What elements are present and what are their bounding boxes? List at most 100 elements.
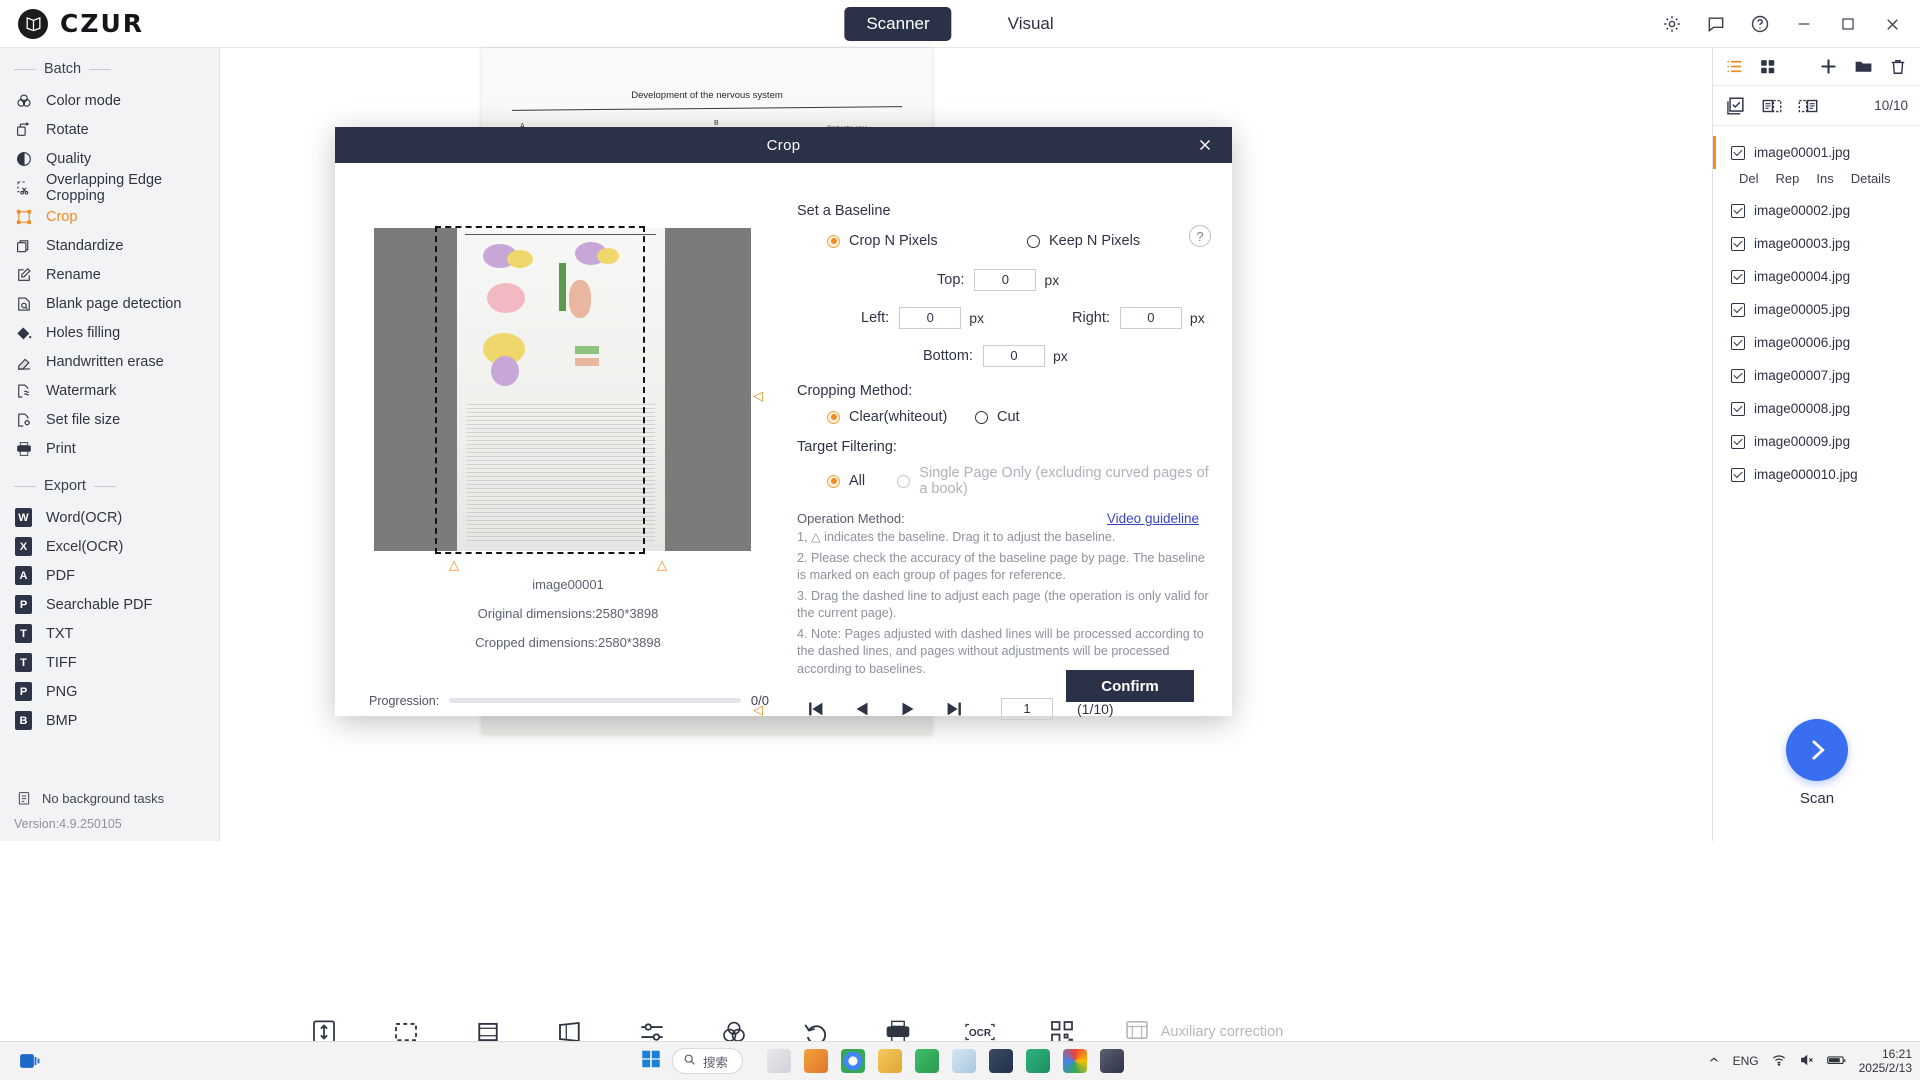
checkbox-checked-icon[interactable] xyxy=(1731,302,1745,317)
chat-icon[interactable] xyxy=(915,1049,940,1073)
list-item[interactable]: image00009.jpg xyxy=(1713,425,1920,458)
wifi-icon[interactable] xyxy=(1771,1052,1787,1071)
checkbox-checked-icon[interactable] xyxy=(1731,335,1745,350)
checkbox-checked-icon[interactable] xyxy=(1731,236,1745,251)
sidebar-item-quality[interactable]: Quality xyxy=(0,144,219,173)
list-item[interactable]: image00001.jpg xyxy=(1713,136,1920,169)
color-app-icon[interactable] xyxy=(1063,1049,1088,1073)
sidebar-item-excel-ocr[interactable]: X Excel(OCR) xyxy=(0,532,219,561)
chrome-icon[interactable] xyxy=(841,1049,866,1073)
chevron-up-icon[interactable] xyxy=(1707,1053,1721,1070)
language-indicator[interactable]: ENG xyxy=(1733,1054,1759,1068)
file-action-del[interactable]: Del xyxy=(1739,171,1759,186)
n-app-icon[interactable] xyxy=(1026,1049,1051,1073)
radio-single-page-only[interactable]: Single Page Only (excluding curved pages… xyxy=(897,465,1217,497)
right-input[interactable]: 0 xyxy=(1119,307,1182,329)
radio-crop-n-pixels[interactable]: Crop N Pixels xyxy=(827,233,1027,249)
list-item[interactable]: image000010.jpg xyxy=(1713,458,1920,491)
sidebar-item-tiff[interactable]: T TIFF xyxy=(0,648,219,677)
message-icon[interactable] xyxy=(1696,4,1736,44)
file-action-ins[interactable]: Ins xyxy=(1816,171,1833,186)
list-item[interactable]: image00003.jpg xyxy=(1713,227,1920,260)
scan-button[interactable] xyxy=(1786,719,1848,781)
checkbox-checked-icon[interactable] xyxy=(1731,434,1745,449)
trash-icon[interactable] xyxy=(1888,57,1908,77)
sidebar-item-set-file-size[interactable]: Set file size xyxy=(0,405,219,434)
sidebar-item-rename[interactable]: Rename xyxy=(0,260,219,289)
checkbox-checked-icon[interactable] xyxy=(1731,203,1745,218)
play-icon[interactable] xyxy=(897,698,919,720)
clock[interactable]: 16:21 2025/2/13 xyxy=(1859,1047,1912,1075)
baseline-marker-top-right[interactable]: ◁ xyxy=(753,389,763,402)
sidebar-item-png[interactable]: P PNG xyxy=(0,677,219,706)
skip-first-icon[interactable] xyxy=(805,698,827,720)
battery-icon[interactable] xyxy=(1826,1053,1847,1070)
list-item[interactable]: image00008.jpg xyxy=(1713,392,1920,425)
select-even-icon[interactable] xyxy=(1797,95,1819,117)
sidebar-item-searchable-pdf[interactable]: P Searchable PDF xyxy=(0,590,219,619)
sidebar-item-blank-page-detection[interactable]: Blank page detection xyxy=(0,289,219,318)
sidebar-item-standardize[interactable]: Standardize xyxy=(0,231,219,260)
close-icon[interactable] xyxy=(1188,127,1222,163)
sidebar-item-pdf[interactable]: A PDF xyxy=(0,561,219,590)
windows-start-icon[interactable] xyxy=(640,1048,662,1075)
sidebar-item-color-mode[interactable]: Color mode xyxy=(0,86,219,115)
prev-icon[interactable] xyxy=(851,698,873,720)
video-guideline-link[interactable]: Video guideline xyxy=(1107,511,1199,526)
volume-mute-icon[interactable] xyxy=(1799,1052,1815,1071)
select-odd-icon[interactable] xyxy=(1761,95,1783,117)
sidebar-item-print[interactable]: Print xyxy=(0,434,219,463)
grid-view-icon[interactable] xyxy=(1758,57,1777,76)
radio-clear-whiteout[interactable]: Clear(whiteout) xyxy=(827,409,975,425)
sidebar-item-rotate[interactable]: Rotate xyxy=(0,115,219,144)
sidebar-item-overlapping-edge-cropping[interactable]: Overlapping Edge Cropping xyxy=(0,172,219,204)
snip-icon[interactable] xyxy=(767,1049,792,1073)
file-action-details[interactable]: Details xyxy=(1851,171,1891,186)
baseline-marker-left[interactable]: △ xyxy=(449,558,459,571)
sidebar-item-handwritten-erase[interactable]: Handwritten erase xyxy=(0,347,219,376)
select-all-icon[interactable] xyxy=(1725,95,1747,117)
sidebar-item-txt[interactable]: T TXT xyxy=(0,619,219,648)
question-icon[interactable]: ? xyxy=(1189,225,1211,247)
tab-visual[interactable]: Visual xyxy=(986,7,1076,41)
sidebar-item-crop[interactable]: Crop xyxy=(0,202,219,231)
left-input[interactable]: 0 xyxy=(899,307,962,329)
bottom-input[interactable]: 0 xyxy=(982,345,1045,367)
folder-icon[interactable] xyxy=(1853,56,1874,77)
radio-keep-n-pixels[interactable]: Keep N Pixels xyxy=(1027,233,1140,249)
list-item[interactable]: image00006.jpg xyxy=(1713,326,1920,359)
checkbox-checked-icon[interactable] xyxy=(1731,401,1745,416)
explorer-icon[interactable] xyxy=(878,1049,903,1073)
task-view-icon[interactable] xyxy=(0,1049,60,1073)
chart-icon[interactable] xyxy=(952,1049,977,1073)
checkbox-checked-icon[interactable] xyxy=(1731,467,1745,482)
minimize-icon[interactable] xyxy=(1784,4,1824,44)
sidebar-item-word-ocr[interactable]: W Word(OCR) xyxy=(0,503,219,532)
list-item[interactable]: image00002.jpg xyxy=(1713,194,1920,227)
sidebar-item-bmp[interactable]: B BMP xyxy=(0,706,219,735)
radio-all[interactable]: All xyxy=(827,473,897,489)
checkbox-checked-icon[interactable] xyxy=(1731,368,1745,383)
question-circle-icon[interactable] xyxy=(1740,4,1780,44)
czur-app-icon[interactable] xyxy=(1100,1049,1125,1073)
top-input[interactable]: 0 xyxy=(974,269,1037,291)
list-item[interactable]: image00004.jpg xyxy=(1713,260,1920,293)
close-icon[interactable] xyxy=(1872,4,1912,44)
list-item[interactable]: image00005.jpg xyxy=(1713,293,1920,326)
plus-icon[interactable] xyxy=(1818,56,1839,77)
file-action-rep[interactable]: Rep xyxy=(1776,171,1800,186)
sidebar-item-holes-filling[interactable]: Holes filling xyxy=(0,318,219,347)
terminal-icon[interactable] xyxy=(989,1049,1014,1073)
checkbox-checked-icon[interactable] xyxy=(1731,269,1745,284)
tab-scanner[interactable]: Scanner xyxy=(844,6,952,41)
store-icon[interactable] xyxy=(804,1049,829,1073)
search-input[interactable]: 搜索 xyxy=(672,1048,744,1074)
skip-last-icon[interactable] xyxy=(943,698,965,720)
confirm-button[interactable]: Confirm xyxy=(1066,670,1194,702)
preview-image[interactable] xyxy=(374,228,751,551)
list-view-icon[interactable] xyxy=(1725,57,1744,76)
list-item[interactable]: image00007.jpg xyxy=(1713,359,1920,392)
page-input[interactable]: 1 xyxy=(1001,698,1053,720)
maximize-icon[interactable] xyxy=(1828,4,1868,44)
baseline-marker-right[interactable]: △ xyxy=(657,558,667,571)
